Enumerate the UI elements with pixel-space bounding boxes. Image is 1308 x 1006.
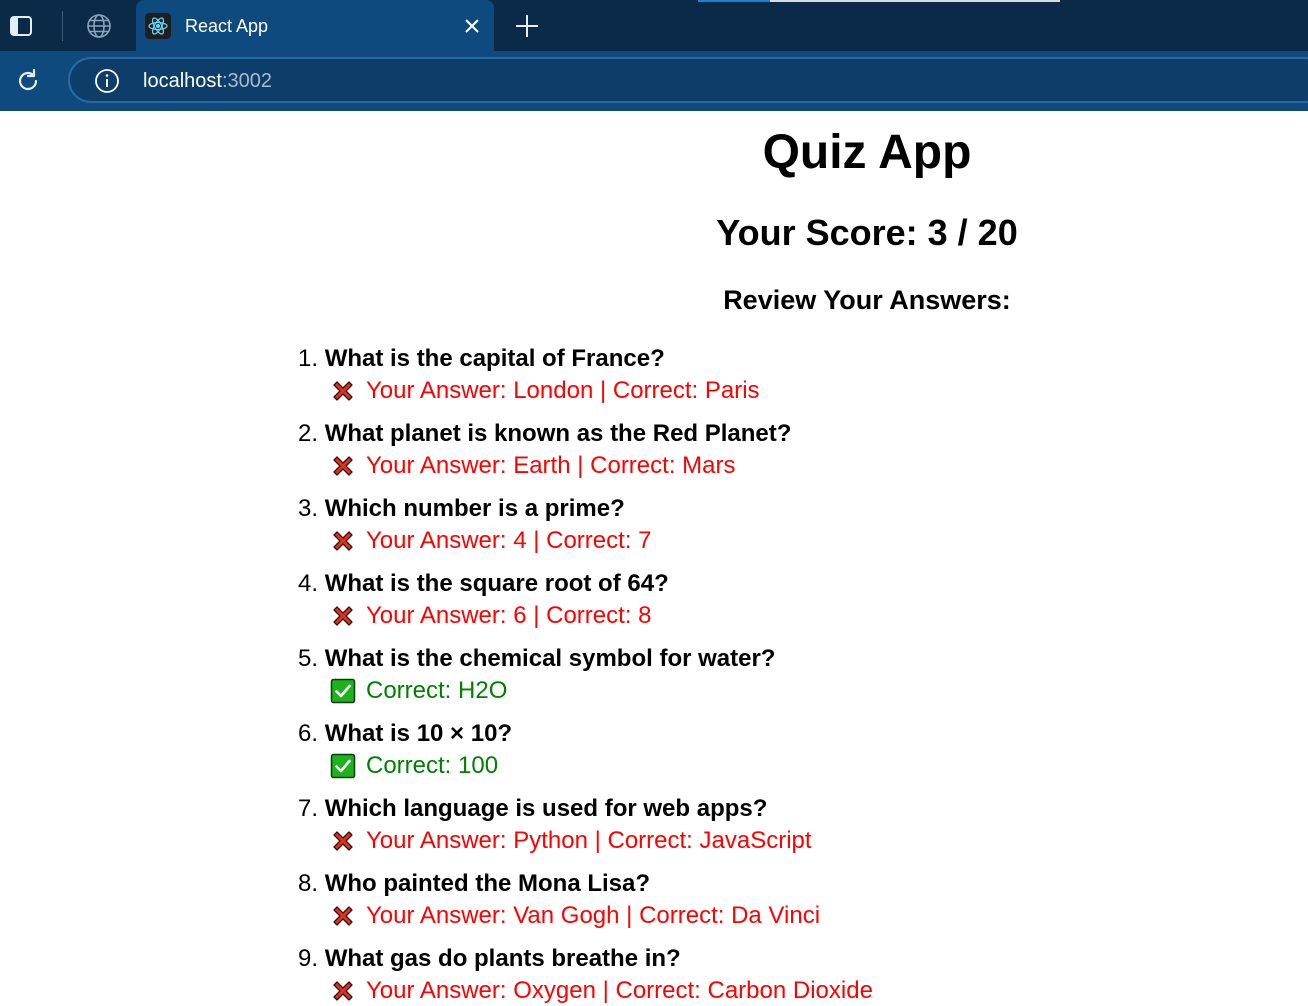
- reload-icon[interactable]: [12, 65, 44, 97]
- question-row: 2. What planet is known as the Red Plane…: [298, 419, 791, 449]
- page-title: Quiz App: [762, 126, 972, 179]
- review-heading: Review Your Answers:: [723, 285, 1011, 315]
- correct-answer-row: Correct: 100: [330, 751, 498, 781]
- question-text: Which language is used for web apps?: [324, 795, 768, 822]
- wrong-answer-row: Your Answer: Van Gogh | Correct: Da Vinc…: [330, 901, 820, 931]
- question-row: 3. Which number is a prime?: [298, 494, 625, 524]
- wrong-answer-row: Your Answer: Earth | Correct: Mars: [330, 451, 735, 481]
- answer-result-text: Your Answer: Van Gogh | Correct: Da Vinc…: [366, 902, 821, 929]
- wrong-answer-row: Your Answer: 6 | Correct: 8: [330, 601, 651, 631]
- page-load-progress: [698, 0, 1060, 2]
- question-text: What planet is known as the Red Planet?: [324, 420, 792, 447]
- answer-result-text: Correct: 100: [366, 752, 499, 779]
- question-number: 4.: [298, 570, 319, 597]
- cross-mark-icon: [330, 528, 356, 554]
- address-bar-url[interactable]: localhost:3002: [143, 69, 272, 93]
- question-row: 4. What is the square root of 64?: [298, 569, 669, 599]
- question-row: 8. Who painted the Mona Lisa?: [298, 869, 650, 899]
- question-text: What is 10 × 10?: [324, 720, 513, 747]
- question-number: 5.: [298, 645, 319, 672]
- answer-result-text: Your Answer: Python | Correct: JavaScrip…: [366, 827, 812, 854]
- question-number: 9.: [298, 945, 319, 972]
- question-text: What gas do plants breathe in?: [324, 945, 681, 972]
- question-row: 5. What is the chemical symbol for water…: [298, 644, 775, 674]
- answer-result-text: Your Answer: London | Correct: Paris: [366, 377, 760, 404]
- question-row: 9. What gas do plants breathe in?: [298, 944, 681, 974]
- question-number: 1.: [298, 345, 319, 372]
- question-text: What is the chemical symbol for water?: [324, 645, 776, 672]
- cross-mark-icon: [330, 978, 356, 1004]
- question-number: 3.: [298, 495, 319, 522]
- score-heading: Your Score: 3 / 20: [716, 212, 1018, 253]
- question-text: What is the square root of 64?: [324, 570, 669, 597]
- question-number: 7.: [298, 795, 319, 822]
- answer-result-text: Your Answer: 6 | Correct: 8: [366, 602, 652, 629]
- wrong-answer-row: Your Answer: Python | Correct: JavaScrip…: [330, 826, 812, 856]
- question-number: 6.: [298, 720, 319, 747]
- url-port: :3002: [221, 70, 272, 92]
- question-row: 7. Which language is used for web apps?: [298, 794, 767, 824]
- wrong-answer-row: Your Answer: London | Correct: Paris: [330, 376, 760, 406]
- question-number: 2.: [298, 420, 319, 447]
- answer-result-text: Your Answer: Earth | Correct: Mars: [366, 452, 736, 479]
- answer-result-text: Your Answer: Oxygen | Correct: Carbon Di…: [366, 977, 873, 1004]
- new-tab-plus-icon[interactable]: [512, 11, 542, 41]
- question-text: Who painted the Mona Lisa?: [324, 870, 651, 897]
- cross-mark-icon: [330, 453, 356, 479]
- tab-title: React App: [185, 16, 269, 36]
- close-tab-icon[interactable]: [459, 13, 485, 39]
- cross-mark-icon: [330, 603, 356, 629]
- question-row: 1. What is the capital of France?: [298, 344, 665, 374]
- wrong-answer-row: Your Answer: Oxygen | Correct: Carbon Di…: [330, 976, 873, 1006]
- question-text: Which number is a prime?: [324, 495, 625, 522]
- cross-mark-icon: [330, 378, 356, 404]
- question-number: 8.: [298, 870, 319, 897]
- react-favicon-icon: [145, 13, 171, 39]
- wrong-answer-row: Your Answer: 4 | Correct: 7: [330, 526, 651, 556]
- globe-icon[interactable]: [85, 12, 113, 40]
- tab-separator: [62, 11, 63, 41]
- check-mark-icon: [330, 678, 356, 704]
- cross-mark-icon: [330, 828, 356, 854]
- question-text: What is the capital of France?: [324, 345, 665, 372]
- question-row: 6. What is 10 × 10?: [298, 719, 512, 749]
- cross-mark-icon: [330, 903, 356, 929]
- url-host: localhost: [143, 70, 222, 92]
- check-mark-icon: [330, 753, 356, 779]
- tab-actions-menu-icon[interactable]: [8, 13, 34, 39]
- answer-result-text: Correct: H2O: [366, 677, 508, 704]
- correct-answer-row: Correct: H2O: [330, 676, 507, 706]
- page-content: Quiz App Your Score: 3 / 20 Review Your …: [0, 111, 1308, 1006]
- site-info-icon[interactable]: [94, 68, 120, 94]
- answer-result-text: Your Answer: 4 | Correct: 7: [366, 527, 652, 554]
- page-load-progress-fill: [698, 0, 771, 2]
